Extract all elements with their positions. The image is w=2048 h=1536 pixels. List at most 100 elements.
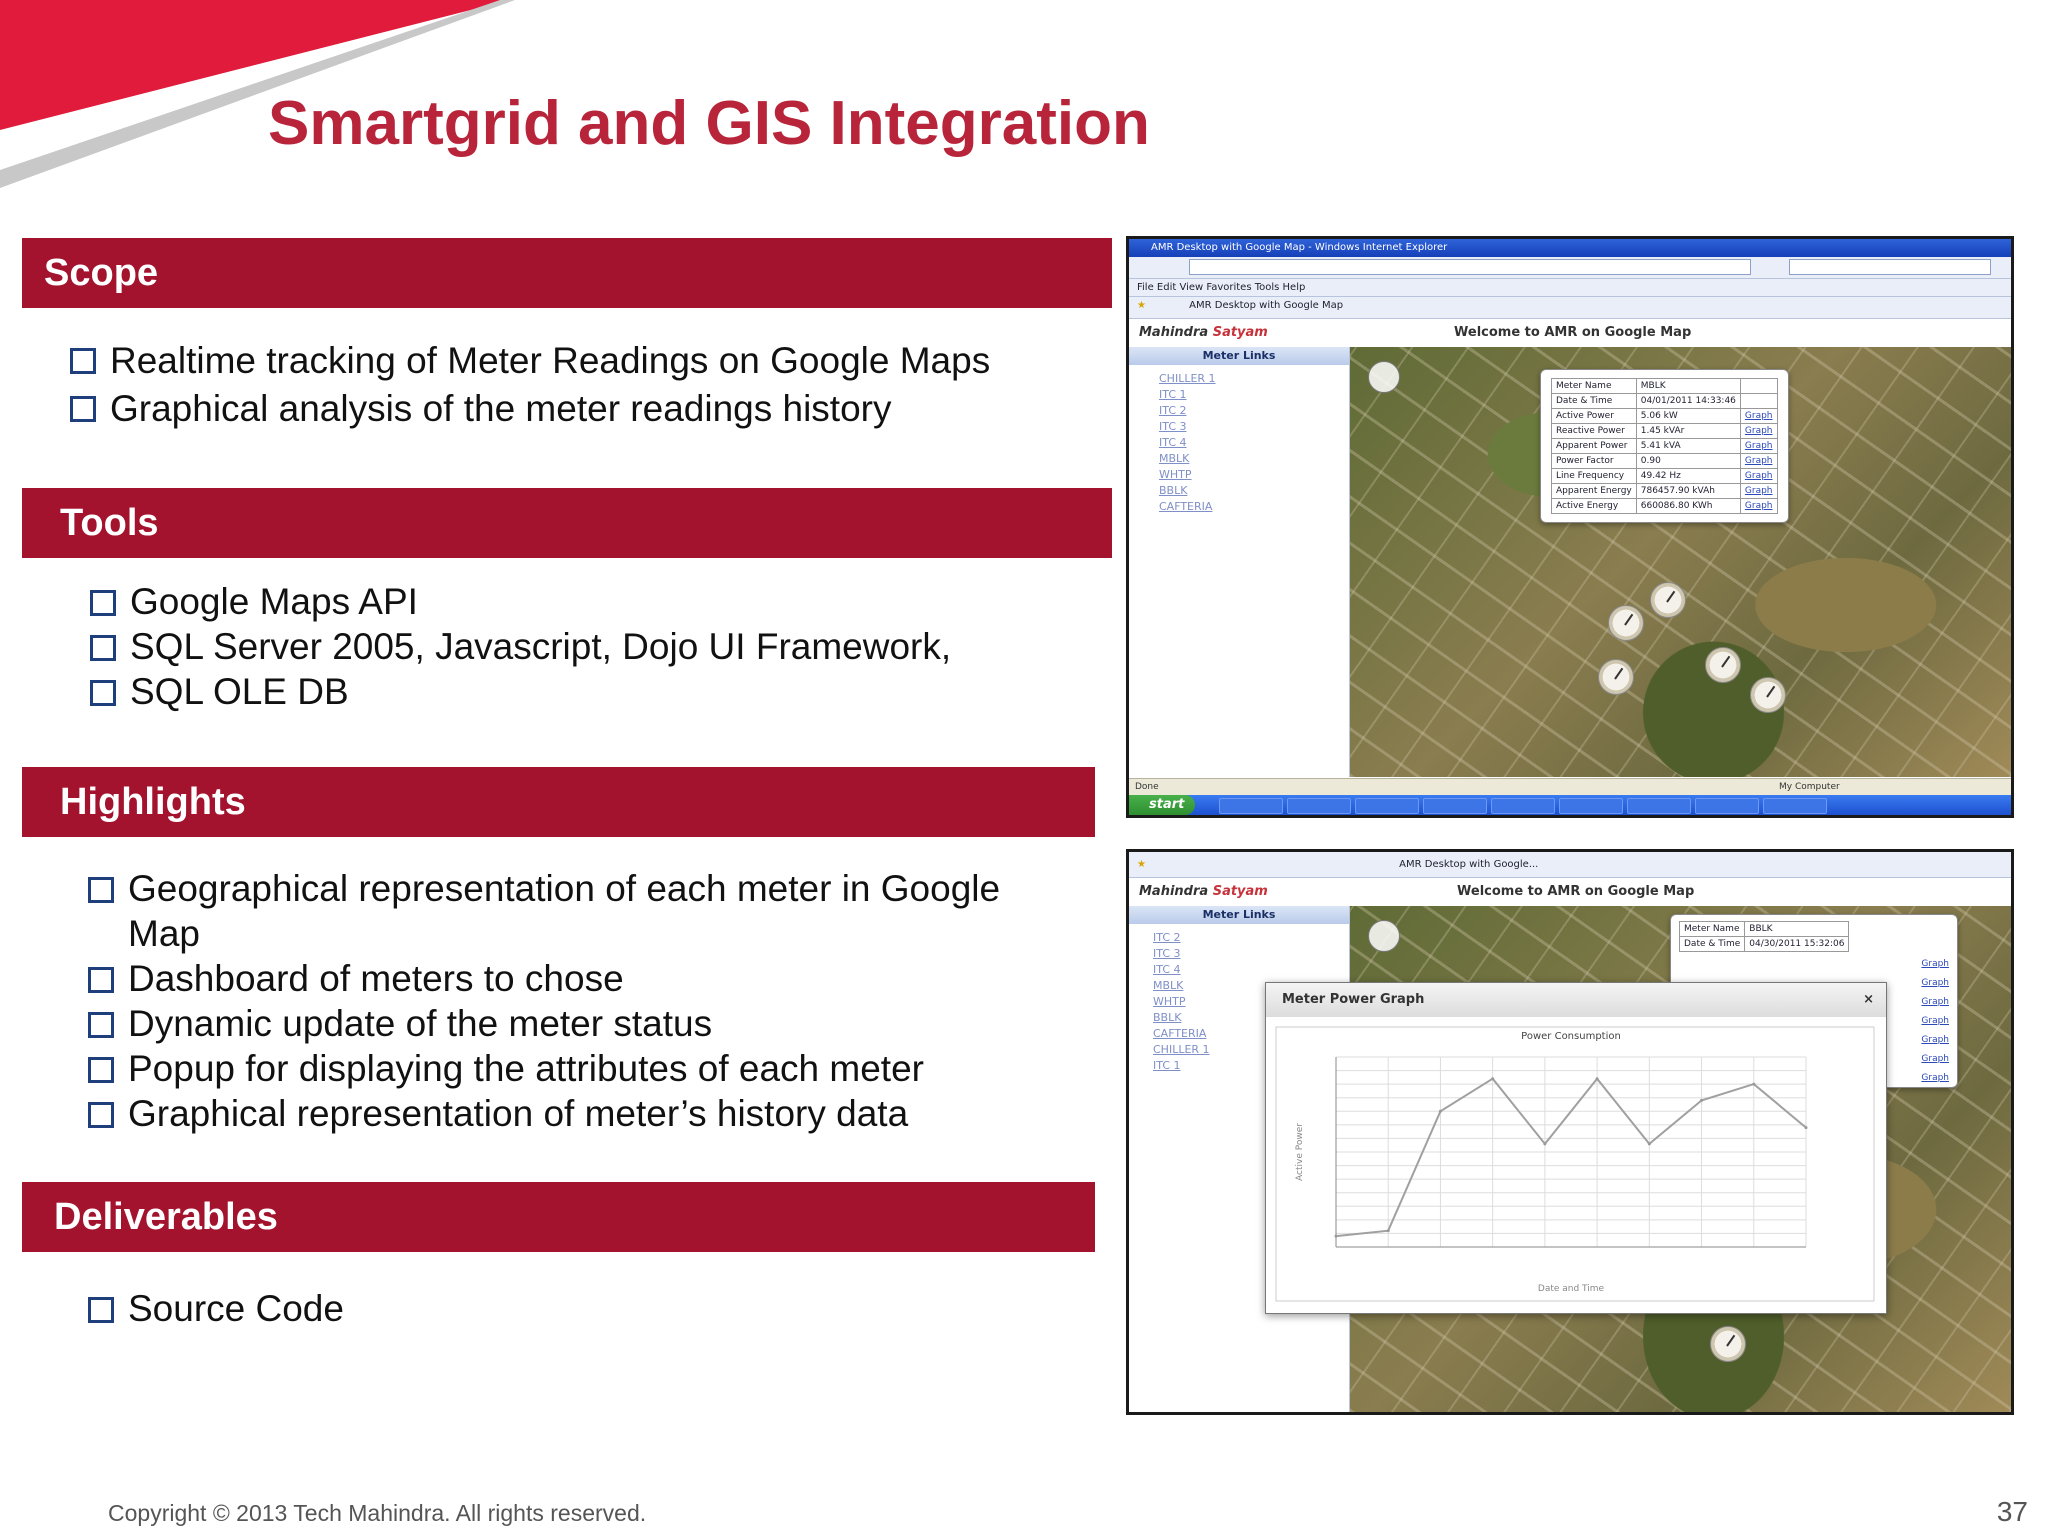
meter-marker-icon[interactable] xyxy=(1608,605,1644,641)
taskbar-item[interactable] xyxy=(1491,798,1555,814)
zone-text: My Computer xyxy=(1779,782,1840,792)
checkbox-bullet-icon xyxy=(88,967,114,993)
table-row: Active Power 5.06 kW Graph xyxy=(1551,408,1778,424)
taskbar-item[interactable] xyxy=(1695,798,1759,814)
app-header: Mahindra Satyam Welcome to AMR on Google… xyxy=(1129,319,2011,348)
favorites-bar: ★ AMR Desktop with Google... xyxy=(1129,852,2011,878)
star-icon[interactable]: ★ xyxy=(1137,300,1146,311)
browser-title-bar: AMR Desktop with Google Map - Windows In… xyxy=(1129,239,2011,257)
meter-link[interactable]: ITC 3 xyxy=(1153,946,1349,962)
graph-link[interactable]: Graph xyxy=(1921,993,1949,1012)
favorites-tab[interactable]: AMR Desktop with Google... xyxy=(1399,859,1538,870)
meter-link[interactable]: MBLK xyxy=(1159,451,1349,467)
taskbar-item[interactable] xyxy=(1355,798,1419,814)
data-point xyxy=(1752,1082,1756,1086)
search-input[interactable] xyxy=(1789,259,1991,275)
meter-link[interactable]: ITC 1 xyxy=(1159,387,1349,403)
list-item: Dynamic update of the meter status xyxy=(88,1001,1048,1046)
meter-links-header: Meter Links xyxy=(1129,906,1349,924)
windows-taskbar: start xyxy=(1129,795,2011,815)
graph-window-title: Meter Power Graph xyxy=(1282,992,1425,1007)
pan-control-icon[interactable] xyxy=(1368,361,1400,393)
status-bar: Done My Computer xyxy=(1129,778,2011,795)
meter-link[interactable]: CAFTERIA xyxy=(1159,499,1349,515)
data-point xyxy=(1491,1077,1495,1081)
list-item: Google Maps API xyxy=(90,579,951,624)
graph-link[interactable]: Graph xyxy=(1921,955,1949,974)
meter-power-graph-window: Meter Power Graph × Power Consumption Dat… xyxy=(1265,982,1887,1314)
data-point xyxy=(1543,1142,1547,1146)
scope-heading: Scope xyxy=(44,252,159,294)
table-row: Reactive Power 1.45 kVAr Graph xyxy=(1551,423,1778,439)
copyright-footer: Copyright © 2013 Tech Mahindra. All righ… xyxy=(108,1500,647,1526)
deliverables-heading-band: Deliverables xyxy=(22,1182,1095,1252)
table-row: Meter Name MBLK xyxy=(1551,378,1778,394)
data-point xyxy=(1334,1234,1338,1238)
meter-link[interactable]: ITC 2 xyxy=(1159,403,1349,419)
meter-marker-icon[interactable] xyxy=(1598,659,1634,695)
highlights-heading: Highlights xyxy=(60,781,246,823)
list-item: SQL Server 2005, Javascript, Dojo UI Fra… xyxy=(90,624,951,669)
list-item: Source Code xyxy=(88,1286,344,1332)
tools-heading: Tools xyxy=(60,502,159,544)
meter-marker-icon[interactable] xyxy=(1705,647,1741,683)
meter-marker-icon[interactable] xyxy=(1750,677,1786,713)
data-point xyxy=(1386,1229,1390,1233)
close-icon[interactable]: × xyxy=(1863,983,1874,1017)
table-row: Power Factor 0.90 Graph xyxy=(1551,453,1778,469)
graph-link[interactable]: Graph xyxy=(1921,1069,1949,1088)
data-point xyxy=(1700,1098,1704,1102)
taskbar-item[interactable] xyxy=(1559,798,1623,814)
list-item: Graphical analysis of the meter readings… xyxy=(70,385,990,433)
taskbar-item[interactable] xyxy=(1627,798,1691,814)
menu-items[interactable]: File Edit View Favorites Tools Help xyxy=(1137,282,1305,293)
checkbox-bullet-icon xyxy=(88,1057,114,1083)
meter-marker-icon[interactable] xyxy=(1650,582,1686,618)
list-item: Graphical representation of meter’s hist… xyxy=(88,1091,1048,1136)
meter-links-list: CHILLER 1 ITC 1 ITC 2 ITC 3 ITC 4 MBLK W… xyxy=(1159,371,1349,515)
pan-control-icon[interactable] xyxy=(1368,920,1400,952)
brand-logo: Mahindra Satyam xyxy=(1139,884,1268,899)
meter-info-popup: Meter Name MBLK Date & Time 04/01/2011 14:3… xyxy=(1540,369,1789,523)
meter-link[interactable]: ITC 3 xyxy=(1159,419,1349,435)
meter-marker-icon[interactable] xyxy=(1710,1326,1746,1362)
checkbox-bullet-icon xyxy=(90,635,116,661)
graph-link[interactable]: Graph xyxy=(1921,1050,1949,1069)
screenshot-graph-view: ★ AMR Desktop with Google... Mahindra Sa… xyxy=(1126,849,2014,1415)
graph-link[interactable]: Graph xyxy=(1921,1031,1949,1050)
taskbar-item[interactable] xyxy=(1219,798,1283,814)
data-point xyxy=(1804,1126,1808,1130)
graph-link[interactable]: Graph xyxy=(1921,1012,1949,1031)
meter-link[interactable]: CHILLER 1 xyxy=(1159,371,1349,387)
taskbar-item[interactable] xyxy=(1423,798,1487,814)
graph-link[interactable]: Graph xyxy=(1921,974,1949,993)
window-title: AMR Desktop with Google Map - Windows In… xyxy=(1151,242,1448,253)
checkbox-bullet-icon xyxy=(90,590,116,616)
highlights-list: Geographical representation of each mete… xyxy=(88,866,1048,1136)
meter-link[interactable]: ITC 4 xyxy=(1159,435,1349,451)
meter-link[interactable]: WHTP xyxy=(1159,467,1349,483)
table-row: Date & Time 04/30/2011 15:32:06 xyxy=(1678,936,1850,952)
graph-window-header: Meter Power Graph × xyxy=(1266,983,1886,1017)
slide-title: Smartgrid and GIS Integration xyxy=(268,89,1150,158)
tools-heading-band: Tools xyxy=(22,488,1112,558)
address-bar xyxy=(1129,257,2011,279)
meter-link[interactable]: ITC 4 xyxy=(1153,962,1349,978)
checkbox-bullet-icon xyxy=(70,348,96,374)
page-number: 37 xyxy=(1996,1496,2028,1527)
meter-link[interactable]: ITC 2 xyxy=(1153,930,1349,946)
table-row: Date & Time 04/01/2011 14:33:46 xyxy=(1551,393,1778,409)
meter-attributes-table: Meter Name MBLK Date & Time 04/01/2011 14:3… xyxy=(1551,378,1778,514)
start-button[interactable]: start xyxy=(1129,795,1195,815)
star-icon[interactable]: ★ xyxy=(1137,859,1146,870)
checkbox-bullet-icon xyxy=(88,1012,114,1038)
favorites-bar: ★ AMR Desktop with Google Map xyxy=(1129,297,2011,319)
satellite-map[interactable]: Meter Name MBLK Date & Time 04/01/2011 14:3… xyxy=(1350,347,2011,777)
address-input[interactable] xyxy=(1189,259,1751,275)
taskbar-item[interactable] xyxy=(1287,798,1351,814)
favorites-tab[interactable]: AMR Desktop with Google Map xyxy=(1189,300,1343,311)
scope-heading-band: Scope xyxy=(22,238,1112,308)
meter-link[interactable]: BBLK xyxy=(1159,483,1349,499)
data-point xyxy=(1438,1109,1442,1113)
taskbar-item[interactable] xyxy=(1763,798,1827,814)
